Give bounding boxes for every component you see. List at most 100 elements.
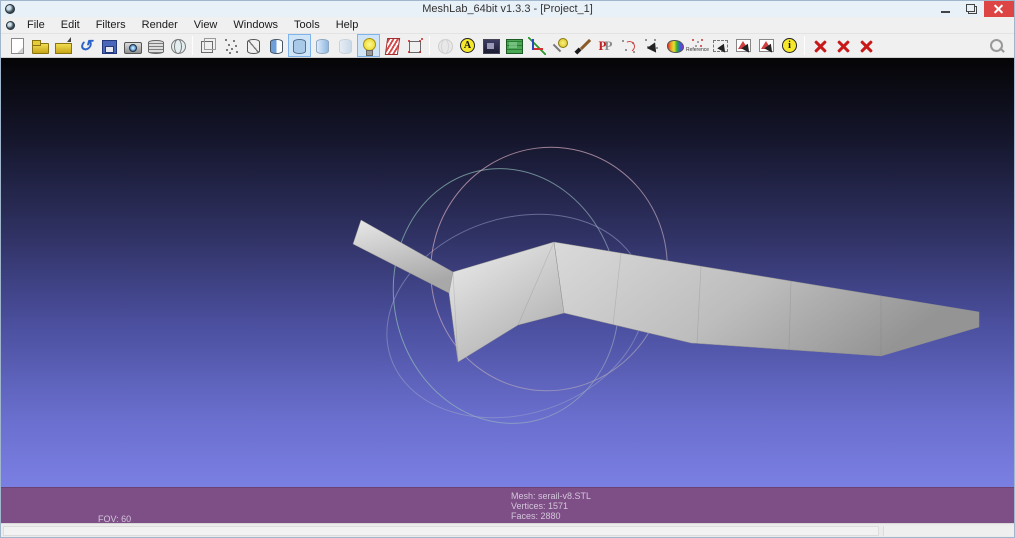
z-painting-icon (574, 37, 592, 55)
web-export-icon (169, 37, 187, 55)
snapshot-icon (123, 37, 141, 55)
fov-value: FOV: 60 (98, 514, 143, 525)
reload-mesh-icon[interactable] (74, 34, 97, 57)
snapshot-icon[interactable] (120, 34, 143, 57)
picked-points-icon: PP (597, 37, 615, 55)
bounding-box-render-icon (199, 37, 217, 55)
background-grid-icon[interactable] (479, 34, 502, 57)
bottom-panel (1, 523, 1014, 537)
minimize-button[interactable] (932, 1, 958, 17)
move-vertex-icon (643, 37, 661, 55)
menu-help[interactable]: Help (328, 18, 367, 33)
texture-render-icon[interactable] (334, 34, 357, 57)
menu-tools[interactable]: Tools (286, 18, 328, 33)
wireframe-render-icon (247, 39, 260, 54)
select-faces-icon[interactable] (732, 34, 755, 57)
import-mesh-icon[interactable] (51, 34, 74, 57)
trackball-visibility-icon[interactable] (433, 34, 456, 57)
toolbar-separator (429, 36, 430, 55)
mesh-name: Mesh: serail-v8.STL (511, 491, 591, 501)
delete-selected-faces-icon (834, 37, 852, 55)
point-measure-icon[interactable] (617, 34, 640, 57)
reference-tool-icon-label: Reference (686, 48, 709, 53)
quoted-box-icon[interactable] (403, 34, 426, 57)
import-mesh-icon (54, 37, 72, 55)
info-icon[interactable]: i (778, 34, 801, 57)
save-mesh-icon (100, 37, 118, 55)
reference-tool-icon[interactable]: Reference (686, 34, 709, 57)
picked-points-icon[interactable]: PP (594, 34, 617, 57)
menu-file[interactable]: File (19, 18, 53, 33)
titlebar: MeshLab_64bit v1.3.3 - [Project_1] (1, 1, 1014, 17)
select-rectangle-icon[interactable] (709, 34, 732, 57)
texture-parametrization-icon (505, 37, 523, 55)
point-picker-icon[interactable] (548, 34, 571, 57)
save-mesh-icon[interactable] (97, 34, 120, 57)
points-render-icon (222, 37, 240, 55)
z-painting-icon[interactable] (571, 34, 594, 57)
menu-edit[interactable]: Edit (53, 18, 88, 33)
wireframe-render-icon[interactable] (242, 34, 265, 57)
open-project-icon (31, 37, 49, 55)
move-vertex-icon[interactable] (640, 34, 663, 57)
smooth-shading-icon[interactable] (311, 34, 334, 57)
bottom-panel-right (883, 526, 1014, 536)
faces-count: Faces: 2880 (511, 511, 591, 521)
points-render-icon[interactable] (219, 34, 242, 57)
light-toggle-icon[interactable] (357, 34, 380, 57)
toolbar-separator (804, 36, 805, 55)
flat-shading-icon[interactable] (288, 34, 311, 57)
delete-selected-faces-icon[interactable] (831, 34, 854, 57)
flat-lines-render-icon[interactable] (380, 34, 403, 57)
web-export-icon[interactable] (166, 34, 189, 57)
restore-button[interactable] (958, 1, 984, 17)
trackball-visibility-icon (436, 37, 454, 55)
texture-parametrization-icon[interactable] (502, 34, 525, 57)
smooth-shading-icon (316, 39, 329, 54)
point-measure-icon (620, 37, 638, 55)
menu-view[interactable]: View (186, 18, 226, 33)
light-toggle-icon (360, 37, 378, 55)
select-connected-faces-icon[interactable] (755, 34, 778, 57)
toolbar: A PP Reference i (1, 34, 1014, 58)
mesh-canvas (1, 58, 1015, 489)
viewport-3d[interactable] (1, 58, 1014, 487)
window-title: MeshLab_64bit v1.3.3 - [Project_1] (1, 3, 1014, 15)
layer-dialog-icon (146, 37, 164, 55)
close-button[interactable] (984, 1, 1014, 17)
delete-faces-and-vertices-icon[interactable] (854, 34, 877, 57)
texture-render-icon (339, 39, 352, 54)
search-filter-icon (988, 37, 1006, 55)
reload-mesh-icon (77, 37, 95, 55)
show-axis-icon[interactable] (525, 34, 548, 57)
align-tool-icon (666, 37, 684, 55)
menu-render[interactable]: Render (134, 18, 186, 33)
statusbar: FOV: 60 FPS: 64.1 Mesh: serail-v8.STL Ve… (1, 487, 1014, 523)
open-project-icon[interactable] (28, 34, 51, 57)
delete-selected-vertices-icon[interactable] (808, 34, 831, 57)
layer-dialog-icon[interactable] (143, 34, 166, 57)
document-logo-icon (6, 21, 15, 30)
point-picker-icon (551, 37, 569, 55)
menu-windows[interactable]: Windows (225, 18, 286, 33)
ambient-occlusion-icon: A (460, 38, 475, 53)
new-empty-project-icon[interactable] (5, 34, 28, 57)
bounding-box-render-icon[interactable] (196, 34, 219, 57)
reference-tool-icon (691, 38, 705, 48)
quoted-box-icon (406, 37, 424, 55)
info-icon: i (782, 38, 797, 53)
delete-selected-vertices-icon (811, 37, 829, 55)
menu-filters[interactable]: Filters (88, 18, 134, 33)
hidden-lines-render-icon (270, 39, 283, 54)
vertices-count: Vertices: 1571 (511, 501, 591, 511)
delete-faces-and-vertices-icon (857, 37, 875, 55)
flat-lines-render-icon (383, 37, 401, 55)
ambient-occlusion-icon[interactable]: A (456, 34, 479, 57)
toolbar-separator (192, 36, 193, 55)
select-connected-faces-icon (758, 37, 776, 55)
align-tool-icon[interactable] (663, 34, 686, 57)
search-filter-icon[interactable] (985, 34, 1008, 57)
hidden-lines-render-icon[interactable] (265, 34, 288, 57)
new-empty-project-icon (8, 37, 26, 55)
menubar: FileEditFiltersRenderViewWindowsToolsHel… (1, 17, 1014, 34)
